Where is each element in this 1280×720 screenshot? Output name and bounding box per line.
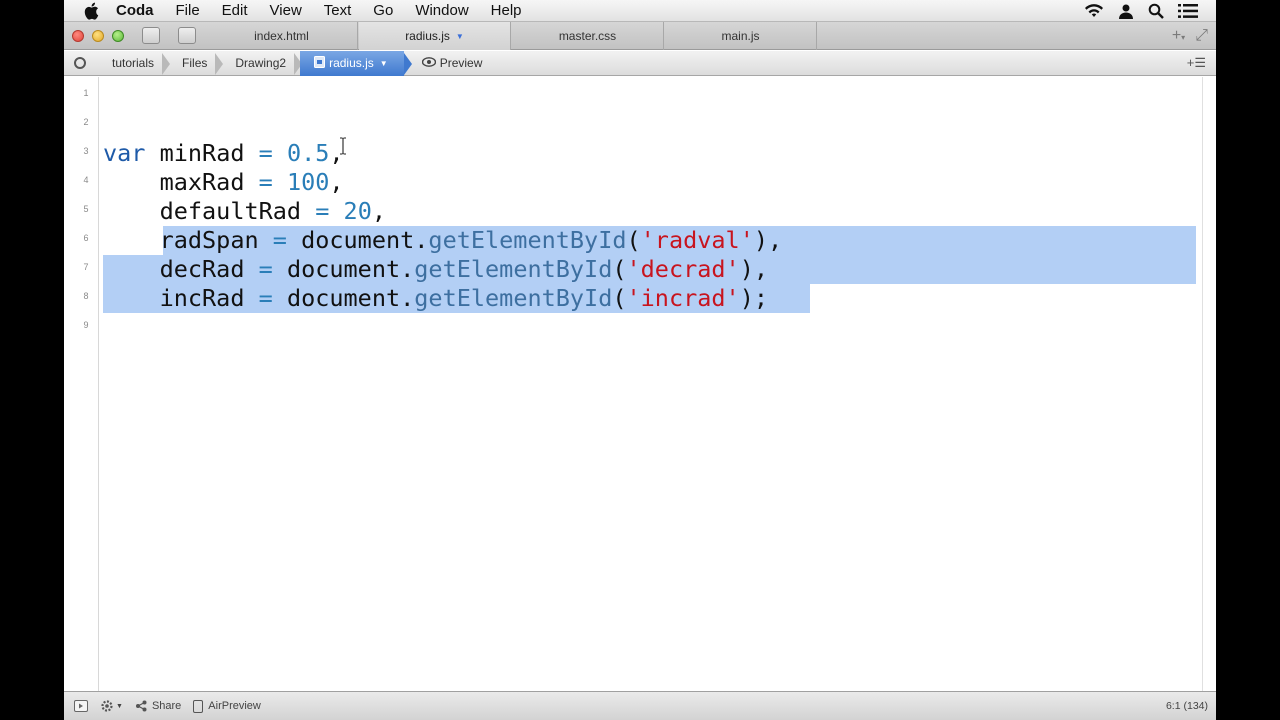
chevron-down-icon[interactable]: ▼ bbox=[380, 59, 388, 68]
menu-view[interactable]: View bbox=[270, 0, 302, 22]
menu-window[interactable]: Window bbox=[415, 0, 468, 22]
panel-toggle-icon[interactable] bbox=[74, 700, 88, 712]
tab-label: radius.js bbox=[405, 29, 450, 43]
code-line-3: var minRad = 0.5, bbox=[103, 139, 344, 167]
gear-icon[interactable]: ▼ bbox=[100, 699, 123, 713]
menu-app-name[interactable]: Coda bbox=[116, 0, 154, 22]
eye-icon bbox=[421, 56, 436, 70]
breadcrumb-drawing2[interactable]: Drawing2 bbox=[221, 51, 302, 76]
share-button[interactable]: Share bbox=[135, 700, 181, 712]
menu-bar: Coda File Edit View Text Go Window Help bbox=[64, 0, 1216, 22]
breadcrumb-radius-js[interactable]: radius.js ▼ bbox=[300, 50, 412, 76]
sites-view-button[interactable] bbox=[142, 27, 160, 44]
menu-edit[interactable]: Edit bbox=[222, 0, 248, 22]
home-icon[interactable] bbox=[74, 57, 86, 69]
tab-master-css[interactable]: master.css bbox=[512, 22, 664, 50]
preview-button[interactable]: Preview bbox=[404, 51, 497, 76]
code-area[interactable]: var minRad = 0.5, maxRad = 100, defaultR… bbox=[103, 77, 1216, 691]
coda-window: index.html radius.js ▼ master.css main.j… bbox=[64, 22, 1216, 720]
line-number: 8 bbox=[83, 291, 89, 301]
breadcrumb-label: Files bbox=[182, 56, 208, 70]
text-cursor-icon bbox=[339, 137, 346, 155]
wifi-icon[interactable] bbox=[1084, 3, 1104, 18]
cursor-position: 6:1 (134) bbox=[1165, 700, 1208, 712]
vertical-scrollbar[interactable] bbox=[1202, 77, 1203, 691]
menu-go[interactable]: Go bbox=[373, 0, 393, 22]
list-icon[interactable] bbox=[1178, 3, 1198, 19]
tab-label: main.js bbox=[721, 29, 760, 43]
menu-text[interactable]: Text bbox=[324, 0, 352, 22]
js-file-icon bbox=[314, 55, 326, 71]
close-window-button[interactable] bbox=[72, 30, 84, 42]
line-number: 7 bbox=[83, 262, 89, 272]
search-icon[interactable] bbox=[1148, 3, 1164, 19]
line-number: 9 bbox=[83, 320, 89, 330]
breadcrumb-label: Drawing2 bbox=[235, 56, 287, 70]
tab-tools: +▾ ⤢ bbox=[1172, 27, 1208, 45]
user-icon[interactable] bbox=[1118, 3, 1134, 19]
tab-label: master.css bbox=[558, 29, 617, 43]
add-split-icon[interactable]: +☰ bbox=[1187, 55, 1206, 71]
airpreview-label: AirPreview bbox=[208, 700, 261, 712]
breadcrumb-label: radius.js bbox=[329, 56, 374, 70]
menu-status-area bbox=[1084, 3, 1198, 19]
line-number: 3 bbox=[83, 146, 89, 156]
tab-radius-js[interactable]: radius.js ▼ bbox=[359, 22, 511, 50]
code-line-8: incRad = document.getElementById('incrad… bbox=[103, 284, 768, 312]
zoom-window-button[interactable] bbox=[112, 30, 124, 42]
menu-file[interactable]: File bbox=[176, 0, 200, 22]
line-number: 5 bbox=[83, 204, 89, 214]
tab-main-js[interactable]: main.js bbox=[665, 22, 817, 50]
code-line-7: decRad = document.getElementById('decrad… bbox=[103, 255, 768, 283]
preview-label: Preview bbox=[439, 56, 483, 70]
airpreview-button[interactable]: AirPreview bbox=[193, 699, 261, 713]
line-number: 2 bbox=[83, 117, 89, 127]
fullscreen-icon[interactable]: ⤢ bbox=[1195, 27, 1208, 45]
menu-help[interactable]: Help bbox=[491, 0, 522, 22]
share-icon bbox=[135, 700, 147, 712]
sidebar-toggle-button[interactable] bbox=[178, 27, 196, 44]
line-number: 1 bbox=[83, 88, 89, 98]
tab-label: index.html bbox=[254, 29, 309, 43]
status-bar: ▼ Share AirPreview 6:1 (134) bbox=[64, 691, 1216, 720]
apple-icon[interactable] bbox=[82, 2, 100, 20]
breadcrumb-tutorials[interactable]: tutorials bbox=[98, 51, 171, 76]
chevron-down-icon[interactable]: ▼ bbox=[456, 32, 464, 41]
code-line-6: radSpan = document.getElementById('radva… bbox=[103, 226, 783, 254]
minimize-window-button[interactable] bbox=[92, 30, 104, 42]
tab-bar: index.html radius.js ▼ master.css main.j… bbox=[64, 22, 1216, 50]
line-number: 6 bbox=[83, 233, 89, 243]
tab-index-html[interactable]: index.html bbox=[206, 22, 358, 50]
code-line-5: defaultRad = 20, bbox=[103, 197, 386, 225]
share-label: Share bbox=[151, 700, 182, 712]
line-number-gutter: 1 2 3 4 5 6 7 8 9 bbox=[74, 77, 99, 691]
path-bar: tutorials Files Drawing2 radius.js ▼ Pre… bbox=[64, 50, 1216, 76]
line-number: 4 bbox=[83, 175, 89, 185]
code-line-4: maxRad = 100, bbox=[103, 168, 344, 196]
code-editor[interactable]: 1 2 3 4 5 6 7 8 9 var minRad = 0.5, maxR… bbox=[64, 77, 1216, 691]
add-tab-icon[interactable]: +▾ bbox=[1172, 27, 1185, 45]
breadcrumb-files[interactable]: Files bbox=[168, 51, 224, 76]
breadcrumb-label: tutorials bbox=[112, 56, 155, 70]
device-icon bbox=[193, 699, 204, 713]
